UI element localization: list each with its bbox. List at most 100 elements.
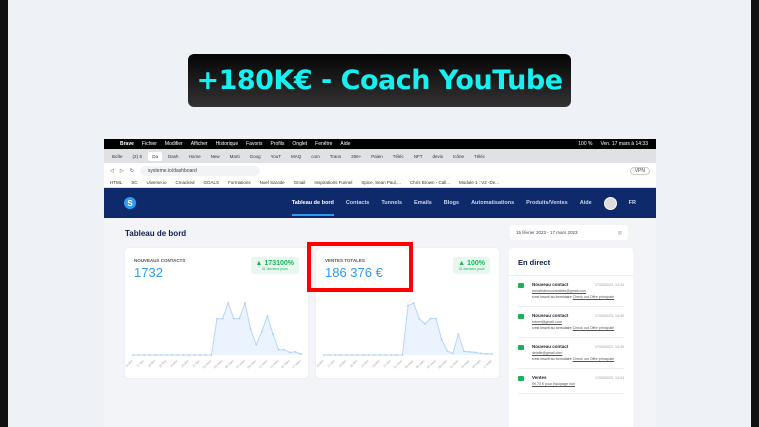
event-link[interactable]: Check out Offre principale (573, 326, 614, 330)
data-point[interactable] (395, 354, 398, 356)
menu-item[interactable]: Fichier (142, 141, 157, 147)
nav-item-produitsventes[interactable]: Produits/Ventes (526, 200, 568, 206)
data-point[interactable] (407, 304, 409, 307)
data-point[interactable] (367, 354, 370, 356)
data-point[interactable] (491, 353, 493, 355)
event-link[interactable]: Check out Offre principale (573, 295, 614, 299)
data-point[interactable] (272, 333, 274, 336)
data-point[interactable] (255, 343, 258, 346)
data-point[interactable] (244, 302, 246, 304)
browser-tab[interactable]: Téléc (389, 152, 408, 161)
data-point[interactable] (193, 354, 196, 356)
browser-tab[interactable]: Marti (226, 152, 244, 161)
browser-tab[interactable]: New (207, 152, 224, 161)
data-point[interactable] (148, 354, 151, 356)
data-point[interactable] (373, 354, 376, 356)
browser-tab[interactable]: Dash (164, 152, 183, 161)
nav-item-aide[interactable]: Aide (580, 200, 592, 206)
browser-tab[interactable]: Icône (449, 152, 468, 161)
data-point[interactable] (474, 351, 477, 354)
data-point[interactable] (165, 354, 168, 356)
back-icon[interactable]: ◁ (110, 168, 114, 174)
data-point[interactable] (238, 317, 241, 320)
bookmark[interactable]: Cmacked (176, 180, 195, 185)
nav-item-blogs[interactable]: Blogs (444, 200, 459, 206)
data-point[interactable] (249, 328, 252, 330)
browser-tab[interactable]: (2) S (129, 152, 147, 161)
menu-item[interactable]: Modifier (165, 141, 183, 147)
menu-item[interactable]: Afficher (191, 141, 208, 147)
data-point[interactable] (132, 354, 134, 356)
data-point[interactable] (356, 354, 359, 356)
data-point[interactable] (435, 317, 437, 320)
data-point[interactable] (160, 354, 162, 356)
nav-item-tableaudebord[interactable]: Tableau de bord (291, 190, 334, 216)
data-point[interactable] (323, 354, 325, 356)
menu-item[interactable]: Profils (271, 141, 285, 147)
event-link[interactable]: Check out Offre principale (573, 357, 614, 361)
browser-tab[interactable]: com (307, 152, 324, 161)
bookmark[interactable]: Gmail (294, 180, 306, 185)
data-point[interactable] (188, 354, 190, 356)
data-point[interactable] (216, 317, 218, 320)
data-point[interactable] (390, 354, 393, 356)
data-point[interactable] (351, 354, 353, 356)
bookmark[interactable]: HTML (110, 180, 122, 185)
nav-item-automatisations[interactable]: Automatisations (471, 200, 514, 206)
bookmark[interactable]: GOALS (204, 180, 220, 185)
bookmark[interactable]: Formations (228, 180, 251, 185)
data-point[interactable] (379, 354, 381, 356)
data-point[interactable] (210, 354, 213, 356)
browser-tab[interactable]: Home (185, 152, 205, 161)
nav-item-tunnels[interactable]: Tunnels (381, 200, 402, 206)
menu-item[interactable]: Favoris (246, 141, 262, 147)
data-point[interactable] (418, 317, 421, 320)
bookmark[interactable]: Chris Brown - Call... (410, 180, 450, 185)
browser-tab[interactable]: Boîte (108, 152, 127, 161)
data-point[interactable] (232, 317, 235, 320)
bookmark[interactable]: Spice, Sean Paul,... (361, 180, 401, 185)
browser-tab[interactable]: YouT (267, 152, 285, 161)
browser-tab[interactable]: Paien (367, 152, 387, 161)
data-point[interactable] (294, 350, 297, 353)
menu-item[interactable]: Onglet (292, 141, 307, 147)
browser-tab[interactable]: Trans (326, 152, 345, 161)
data-point[interactable] (429, 317, 432, 320)
data-point[interactable] (266, 315, 269, 317)
data-point[interactable] (328, 354, 331, 356)
event-email[interactable]: merahidesouvamides@gmail.com (532, 289, 586, 293)
systeme-logo[interactable]: S (124, 197, 136, 209)
data-point[interactable] (451, 352, 454, 355)
data-point[interactable] (339, 354, 342, 356)
language-selector[interactable]: FR (629, 200, 636, 206)
bookmark[interactable]: Module 1 : V2 -De... (459, 180, 499, 185)
date-range-picker[interactable]: 15 février 2023 - 17 mars 2023 ▦ (510, 225, 628, 240)
data-point[interactable] (440, 338, 443, 341)
menu-item[interactable]: Fenêtre (315, 141, 332, 147)
event-email[interactable]: totomi@gmail.com (532, 320, 562, 324)
browser-tab[interactable]: 256+ (347, 152, 365, 161)
data-point[interactable] (362, 354, 365, 356)
forward-icon[interactable]: ▷ (120, 168, 124, 174)
browser-tab[interactable]: NFT (410, 152, 427, 161)
data-point[interactable] (199, 354, 202, 356)
data-point[interactable] (479, 352, 482, 355)
menu-item[interactable]: Aide (340, 141, 350, 147)
avatar[interactable] (603, 196, 617, 210)
nav-item-contacts[interactable]: Contacts (346, 200, 370, 206)
url-field[interactable]: systeme.io/dashboard (139, 165, 260, 176)
data-point[interactable] (288, 351, 291, 354)
data-point[interactable] (227, 302, 230, 304)
data-point[interactable] (463, 350, 465, 353)
data-point[interactable] (412, 302, 415, 304)
data-point[interactable] (446, 349, 449, 352)
menu-item[interactable]: Historique (216, 141, 239, 147)
data-point[interactable] (334, 354, 337, 356)
data-point[interactable] (485, 353, 488, 355)
vpn-button[interactable]: VPN (629, 166, 650, 175)
data-point[interactable] (137, 354, 140, 356)
data-point[interactable] (457, 333, 460, 336)
data-point[interactable] (182, 354, 185, 356)
bookmark[interactable]: Uiverse.io (147, 180, 167, 185)
data-point[interactable] (204, 354, 207, 356)
